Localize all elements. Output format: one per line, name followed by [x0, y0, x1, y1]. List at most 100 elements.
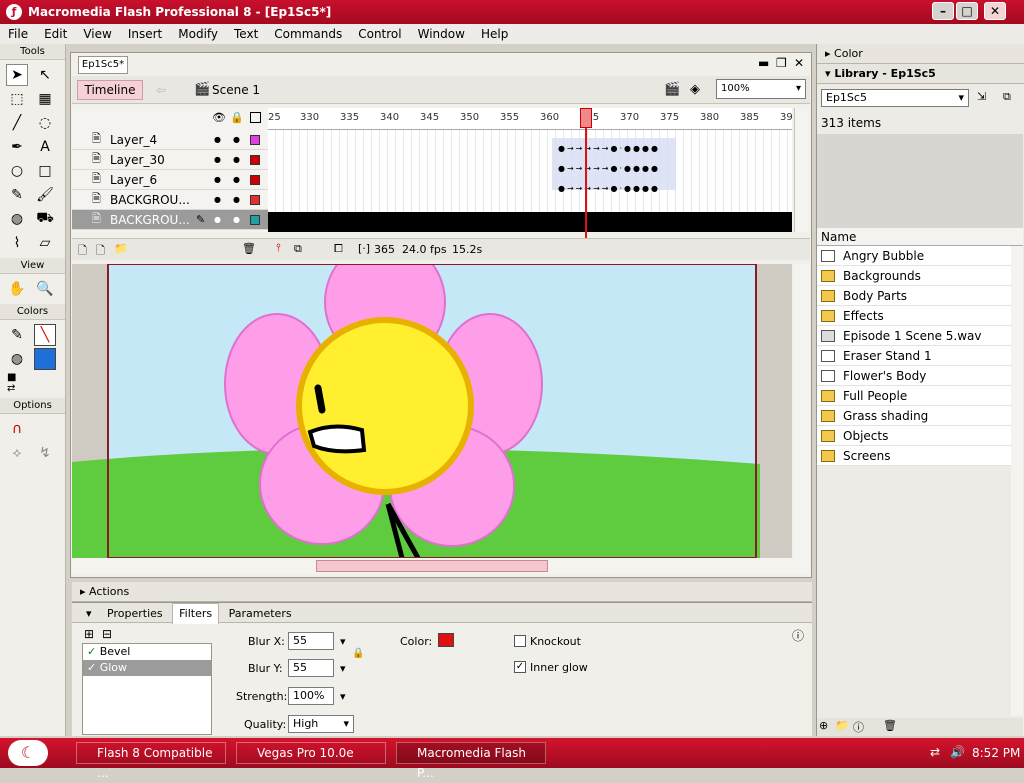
tab-parameters[interactable]: Parameters: [223, 604, 298, 624]
pencil-tool-icon[interactable]: ✎: [6, 184, 28, 206]
library-item[interactable]: Angry Bubble: [817, 246, 1011, 266]
properties-icon[interactable]: ⓘ: [853, 719, 864, 735]
add-guide-icon[interactable]: 🗋: [96, 242, 105, 261]
doc-minimize-icon[interactable]: ▬: [758, 56, 769, 70]
link-lock-icon[interactable]: 🔒: [352, 648, 364, 659]
menu-view[interactable]: View: [75, 27, 119, 41]
delete-icon[interactable]: 🗑: [883, 719, 897, 732]
eraser-tool-icon[interactable]: ▱: [34, 232, 56, 254]
taskbar-item[interactable]: Flash 8 Compatible ...: [76, 742, 226, 780]
doc-restore-icon[interactable]: ❐: [776, 56, 787, 70]
subselect-tool-icon[interactable]: ↖: [34, 64, 56, 86]
frame-ruler[interactable]: 25 330 335 340 345 350 355 360 365 370 3…: [268, 108, 793, 130]
edit-scene-icon[interactable]: 🎬: [664, 82, 680, 97]
menu-help[interactable]: Help: [473, 27, 516, 41]
layer-row[interactable]: 🗎 Layer_30 ● ●: [72, 150, 268, 170]
back-arrow-icon[interactable]: ⇦: [156, 83, 166, 97]
straighten-icon[interactable]: ↯: [34, 442, 56, 464]
lasso-tool-icon[interactable]: ◌: [34, 112, 56, 134]
hand-tool-icon[interactable]: ✋: [6, 278, 28, 300]
knockout-checkbox[interactable]: [514, 635, 526, 647]
library-item[interactable]: Grass shading: [817, 406, 1011, 426]
tab-filters[interactable]: Filters: [172, 603, 220, 624]
brush-tool-icon[interactable]: 🖌: [34, 184, 56, 206]
new-symbol-icon[interactable]: ⊕: [819, 719, 828, 732]
menu-edit[interactable]: Edit: [36, 27, 75, 41]
snap-magnet-icon[interactable]: ∩: [6, 418, 28, 440]
add-layer-icon[interactable]: 🗋: [78, 242, 87, 261]
fill-color-swatch[interactable]: [34, 348, 56, 370]
lock-icon[interactable]: 🔒: [230, 111, 244, 124]
stage-vscroll[interactable]: [794, 264, 810, 558]
layer-color-swatch[interactable]: [250, 174, 260, 185]
library-document-select[interactable]: Ep1Sc5 ▾: [821, 89, 969, 107]
strength-input[interactable]: 100%: [288, 687, 334, 705]
stage-artwork[interactable]: [72, 264, 792, 558]
timeline-vscroll[interactable]: [794, 108, 808, 232]
library-name-header[interactable]: Name: [817, 228, 1023, 246]
tab-properties[interactable]: Properties: [101, 604, 169, 624]
line-tool-icon[interactable]: ╱: [6, 112, 28, 134]
pin-library-icon[interactable]: ⇲: [977, 90, 986, 103]
smooth-icon[interactable]: ⟡: [6, 442, 28, 464]
glow-color-swatch[interactable]: [438, 633, 454, 647]
new-folder-icon[interactable]: 📁: [835, 719, 849, 732]
taskbar-item-active[interactable]: Macromedia Flash P...: [396, 742, 546, 780]
library-item[interactable]: Flower's Body: [817, 366, 1011, 386]
library-item[interactable]: Backgrounds: [817, 266, 1011, 286]
stroke-color-swatch[interactable]: ╲: [34, 324, 56, 346]
keyframe-row[interactable]: ●→→→→→●·●●●●: [558, 184, 660, 193]
library-item[interactable]: Body Parts: [817, 286, 1011, 306]
layer-row[interactable]: 🗎 Layer_4 ● ●: [72, 130, 268, 150]
library-item[interactable]: Screens: [817, 446, 1011, 466]
layer-color-swatch[interactable]: [250, 134, 260, 145]
add-filter-icon[interactable]: ⊞: [84, 627, 94, 641]
blur-y-input[interactable]: 55: [288, 659, 334, 677]
menu-commands[interactable]: Commands: [266, 27, 350, 41]
fill-color-icon[interactable]: ◍: [6, 348, 28, 370]
frame-grid[interactable]: ●→→→→→●·●●●● ●→→→→→●·●●●● ●→→→→→●·●●●●: [268, 130, 792, 232]
document-tab[interactable]: Ep1Sc5*: [78, 56, 128, 74]
menu-file[interactable]: File: [0, 27, 36, 41]
filter-item-bevel[interactable]: ✓ Bevel: [83, 644, 211, 660]
fill-transform-tool-icon[interactable]: ▦: [34, 88, 56, 110]
volume-icon[interactable]: 🔊: [950, 745, 965, 759]
color-panel-header[interactable]: ▸ Color: [817, 44, 1024, 64]
arrow-tool-icon[interactable]: ➤: [6, 64, 28, 86]
frame-span-selected[interactable]: [268, 212, 792, 232]
library-item[interactable]: Eraser Stand 1: [817, 346, 1011, 366]
remove-filter-icon[interactable]: ⊟: [102, 627, 112, 641]
taskbar-item[interactable]: Vegas Pro 10.0e: [236, 742, 386, 764]
menu-modify[interactable]: Modify: [170, 27, 226, 41]
swap-colors-icon[interactable]: ■ ⇄: [6, 372, 28, 394]
chevron-down-icon[interactable]: ▾: [340, 635, 346, 648]
rectangle-tool-icon[interactable]: □: [34, 160, 56, 182]
layer-color-swatch[interactable]: [250, 154, 260, 165]
layer-row[interactable]: 🗎 BACKGROU... ● ●: [72, 190, 268, 210]
keyframe-row[interactable]: ●→→→→→●·●●●●: [558, 164, 660, 173]
blur-x-input[interactable]: 55: [288, 632, 334, 650]
eye-icon[interactable]: 👁: [212, 111, 226, 124]
inner-glow-checkbox[interactable]: ✓: [514, 661, 526, 673]
stage-hscroll[interactable]: [72, 558, 810, 574]
ink-bottle-tool-icon[interactable]: ◍: [6, 208, 28, 230]
outline-icon[interactable]: [250, 112, 261, 123]
help-icon[interactable]: ⓘ: [792, 627, 804, 644]
new-library-panel-icon[interactable]: ⧉: [1003, 90, 1011, 104]
paint-bucket-tool-icon[interactable]: ⛟: [34, 208, 56, 230]
playhead-handle[interactable]: [580, 108, 592, 128]
menu-window[interactable]: Window: [410, 27, 473, 41]
library-item[interactable]: Full People: [817, 386, 1011, 406]
filter-item-glow[interactable]: ✓ Glow: [83, 660, 211, 676]
trash-icon[interactable]: 🗑: [242, 242, 256, 255]
layer-row-selected[interactable]: 🗎 BACKGROU... ✎ ● ●: [72, 210, 268, 230]
center-frame-icon[interactable]: ⫯: [276, 241, 281, 255]
library-vscroll[interactable]: [1011, 246, 1023, 716]
network-icon[interactable]: ⇄: [930, 745, 940, 759]
layer-color-swatch[interactable]: [250, 194, 260, 205]
menu-insert[interactable]: Insert: [120, 27, 170, 41]
menu-control[interactable]: Control: [350, 27, 409, 41]
layer-color-swatch[interactable]: [250, 214, 260, 225]
onion-skin-icon[interactable]: ⧉: [294, 242, 302, 256]
doc-close-icon[interactable]: ✕: [794, 56, 804, 70]
